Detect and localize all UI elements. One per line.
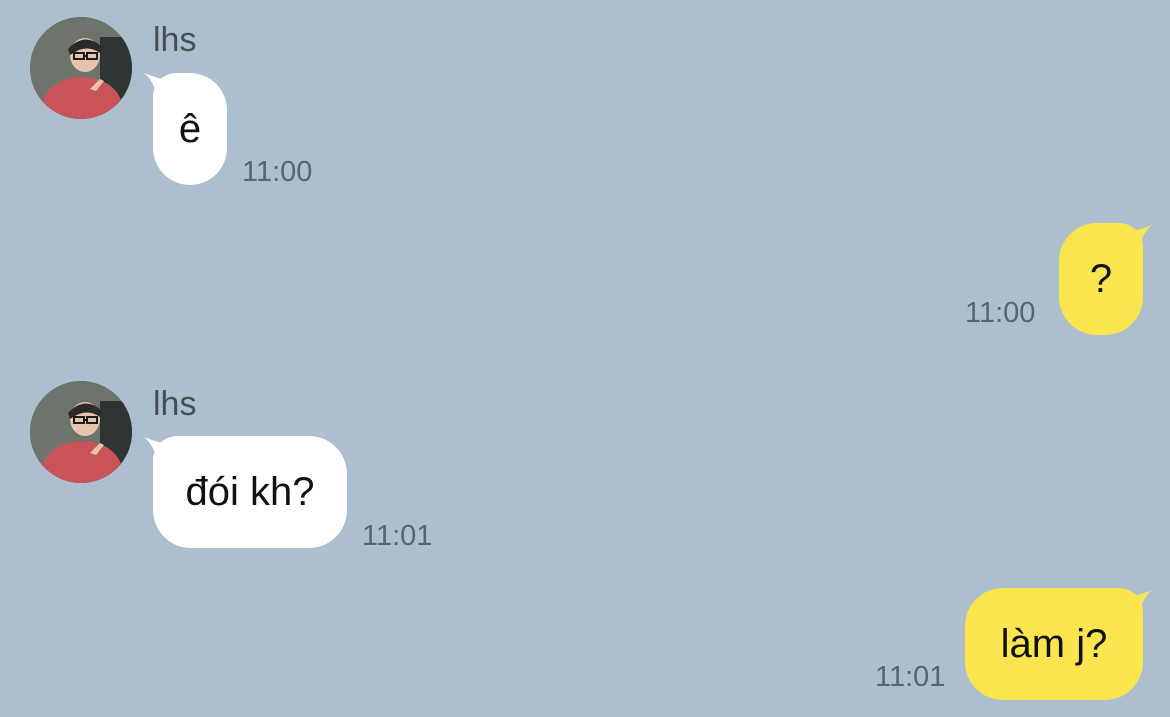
message-timestamp: 11:01 <box>875 661 946 693</box>
message-text: ? <box>1089 256 1113 301</box>
message-text: làm j? <box>1000 621 1108 666</box>
profile-photo-icon <box>30 381 132 483</box>
message-timestamp: 11:00 <box>242 156 313 188</box>
sender-name: lhs <box>153 21 197 59</box>
avatar[interactable] <box>30 381 132 483</box>
message-text: đói kh? <box>185 469 315 514</box>
incoming-message-bubble[interactable]: đói kh? <box>153 436 347 548</box>
outgoing-message-bubble[interactable]: ? <box>1059 223 1143 335</box>
message-text: ê <box>178 106 202 151</box>
outgoing-message-bubble[interactable]: làm j? <box>965 588 1143 700</box>
sender-name: lhs <box>153 385 197 423</box>
message-timestamp: 11:01 <box>362 520 433 552</box>
profile-photo-icon <box>30 17 132 119</box>
incoming-message-bubble[interactable]: ê <box>153 73 227 185</box>
chat-area[interactable]: lhs ê 11:00 ? 11:00 lhs đói kh? 11:01 là… <box>0 0 1170 717</box>
avatar[interactable] <box>30 17 132 119</box>
message-timestamp: 11:00 <box>965 297 1036 329</box>
